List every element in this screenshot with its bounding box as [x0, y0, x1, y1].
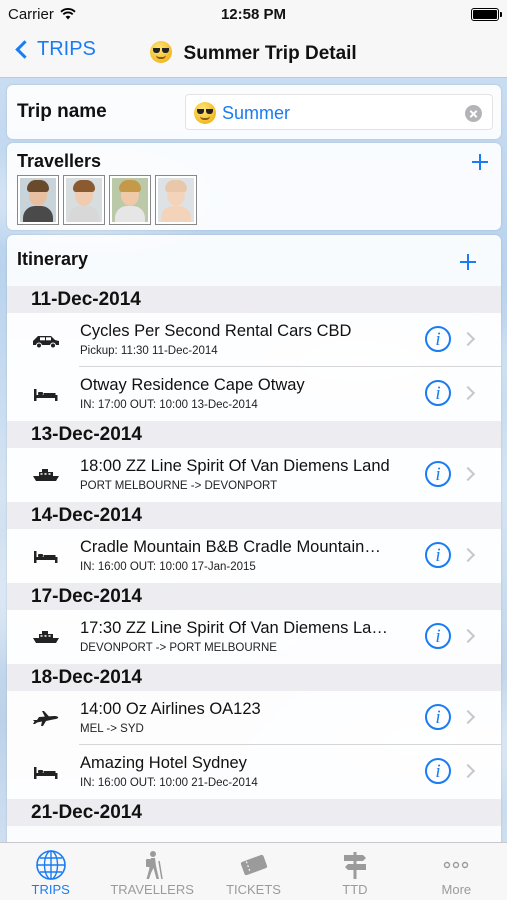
- ship-icon: [31, 628, 61, 646]
- tickets-icon: [238, 849, 270, 881]
- tab-bar: TRIPS TRAVELLERS TICKETS TTD More: [0, 842, 507, 900]
- tab-label: More: [441, 882, 472, 897]
- status-time: 12:58 PM: [220, 5, 287, 23]
- item-title: Cradle Mountain B&B Cradle Mountain…: [80, 538, 381, 556]
- add-itinerary-button[interactable]: [458, 252, 478, 272]
- trip-name-label: Trip name: [17, 101, 107, 122]
- tab-ttd[interactable]: TTD: [304, 843, 405, 900]
- date-header: 13-Dec-2014: [7, 421, 501, 448]
- item-subtitle: IN: 16:00 OUT: 10:00 21-Dec-2014: [80, 777, 258, 789]
- tab-travellers[interactable]: TRAVELLERS: [101, 843, 202, 900]
- info-icon[interactable]: i: [425, 461, 451, 487]
- trip-name-value: Summer: [222, 103, 291, 123]
- item-subtitle: MEL -> SYD: [80, 723, 144, 735]
- add-traveller-button[interactable]: [470, 152, 490, 172]
- date-header: 14-Dec-2014: [7, 502, 501, 529]
- traveller-man: [20, 178, 56, 222]
- date-header: 18-Dec-2014: [7, 664, 501, 691]
- chevron-right-icon: [460, 763, 476, 779]
- chevron-right-icon: [460, 709, 476, 725]
- bed-icon: [31, 547, 61, 565]
- item-title: Otway Residence Cape Otway: [80, 376, 305, 394]
- info-icon[interactable]: i: [425, 758, 451, 784]
- list-item[interactable]: 14:00 Oz Airlines OA123 MEL -> SYD i: [7, 691, 501, 745]
- clear-icon[interactable]: [465, 105, 482, 122]
- bed-icon: [31, 763, 61, 781]
- ship-icon: [31, 466, 61, 484]
- page-title-text: Summer Trip Detail: [183, 43, 357, 64]
- date-header: 17-Dec-2014: [7, 583, 501, 610]
- traveller-woman: [66, 178, 102, 222]
- tab-label: TTD: [342, 882, 368, 897]
- car-icon: [31, 331, 61, 349]
- list-item[interactable]: 17:30 ZZ Line Spirit Of Van Diemens La… D…: [7, 610, 501, 664]
- item-subtitle: DEVONPORT -> PORT MELBOURNE: [80, 642, 277, 654]
- tab-trips[interactable]: TRIPS: [0, 843, 101, 900]
- item-subtitle: IN: 17:00 OUT: 10:00 13-Dec-2014: [80, 399, 258, 411]
- globe-icon: [35, 849, 67, 881]
- itinerary-list: 11-Dec-2014 Cycles Per Second Rental Cars…: [7, 286, 501, 826]
- item-title: Amazing Hotel Sydney: [80, 754, 247, 772]
- navigation-bar: TRIPS Summer Trip Detail: [0, 28, 507, 78]
- tab-label: TRAVELLERS: [110, 882, 194, 897]
- list-item[interactable]: Cycles Per Second Rental Cars CBD Pickup:…: [7, 313, 501, 367]
- list-item[interactable]: Otway Residence Cape Otway IN: 17:00 OUT:…: [7, 367, 501, 421]
- info-icon[interactable]: i: [425, 623, 451, 649]
- travellers-title: Travellers: [17, 151, 102, 171]
- more-icon: [440, 849, 472, 881]
- plane-icon: [31, 709, 61, 727]
- list-item[interactable]: Amazing Hotel Sydney IN: 16:00 OUT: 10:00…: [7, 745, 501, 799]
- sunglasses-emoji-icon: [150, 41, 173, 63]
- item-title: Cycles Per Second Rental Cars CBD: [80, 322, 352, 340]
- itinerary-title: Itinerary: [17, 249, 89, 269]
- travellers-card: Travellers: [7, 143, 501, 230]
- content-area: Trip name Summer Travellers Itinerary 11…: [0, 78, 507, 842]
- avatar[interactable]: [17, 175, 59, 225]
- item-subtitle: PORT MELBOURNE -> DEVONPORT: [80, 480, 278, 492]
- itinerary-card: Itinerary 11-Dec-2014 Cycles Per Second R…: [7, 235, 501, 842]
- date-header: 11-Dec-2014: [7, 286, 501, 313]
- trip-name-card: Trip name Summer: [7, 85, 501, 139]
- traveller-avatars: [17, 175, 197, 225]
- trip-name-field[interactable]: Summer: [185, 94, 493, 130]
- signpost-icon: [339, 849, 371, 881]
- info-icon[interactable]: i: [425, 380, 451, 406]
- date-header: 21-Dec-2014: [7, 799, 501, 826]
- info-icon[interactable]: i: [425, 704, 451, 730]
- bed-icon: [31, 385, 61, 403]
- item-title: 18:00 ZZ Line Spirit Of Van Diemens Land: [80, 457, 390, 475]
- hiker-icon: [136, 849, 168, 881]
- battery-icon: [471, 8, 502, 21]
- traveller-boy: [112, 178, 148, 222]
- avatar[interactable]: [63, 175, 105, 225]
- list-item[interactable]: Cradle Mountain B&B Cradle Mountain… IN: …: [7, 529, 501, 583]
- traveller-baby: [158, 178, 194, 222]
- status-bar: Carrier 12:58 PM: [0, 0, 507, 28]
- item-title: 17:30 ZZ Line Spirit Of Van Diemens La…: [80, 619, 388, 637]
- tab-label: TRIPS: [31, 882, 70, 897]
- avatar[interactable]: [155, 175, 197, 225]
- item-title: 14:00 Oz Airlines OA123: [80, 700, 261, 718]
- chevron-right-icon: [460, 385, 476, 401]
- page-title: Summer Trip Detail: [0, 41, 507, 65]
- item-subtitle: IN: 16:00 OUT: 10:00 17-Jan-2015: [80, 561, 256, 573]
- chevron-right-icon: [460, 466, 476, 482]
- info-icon[interactable]: i: [425, 326, 451, 352]
- info-icon[interactable]: i: [425, 542, 451, 568]
- chevron-right-icon: [460, 547, 476, 563]
- tab-more[interactable]: More: [406, 843, 507, 900]
- sunglasses-emoji-icon: [194, 102, 216, 124]
- item-subtitle: Pickup: 11:30 11-Dec-2014: [80, 345, 218, 357]
- tab-tickets[interactable]: TICKETS: [203, 843, 304, 900]
- chevron-right-icon: [460, 331, 476, 347]
- chevron-right-icon: [460, 628, 476, 644]
- list-item[interactable]: 18:00 ZZ Line Spirit Of Van Diemens Land…: [7, 448, 501, 502]
- tab-label: TICKETS: [226, 882, 281, 897]
- avatar[interactable]: [109, 175, 151, 225]
